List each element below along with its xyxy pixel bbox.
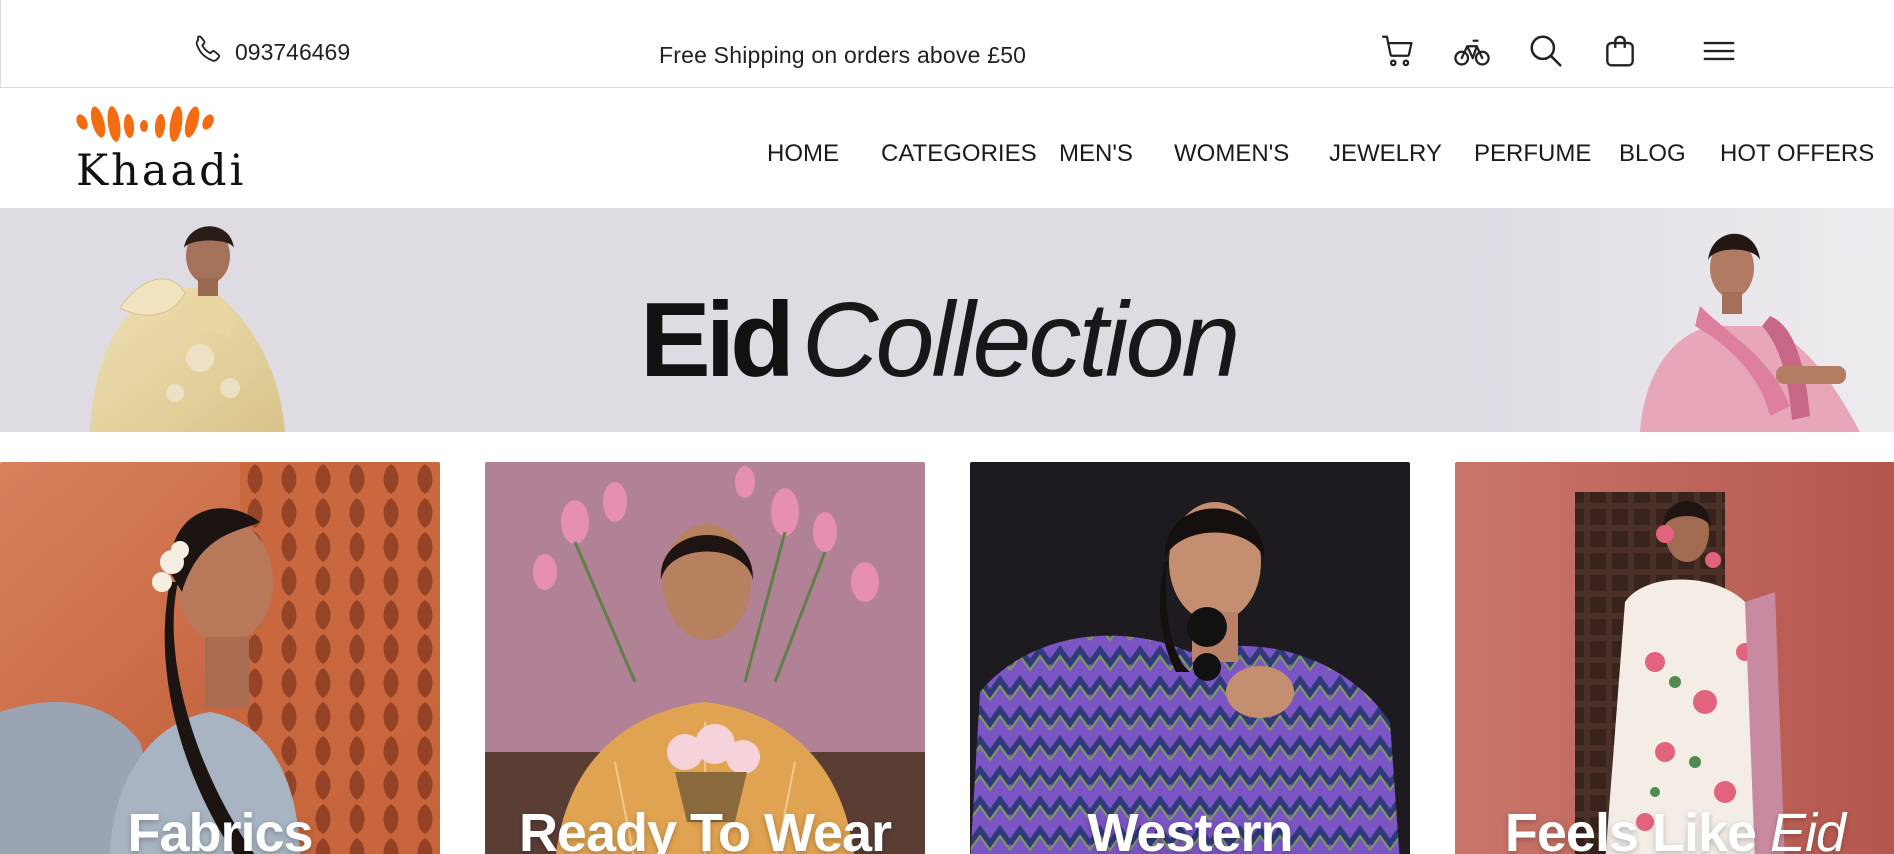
top-bar: 093746469 Free Shipping on orders above …: [0, 0, 1894, 88]
phone-number: 093746469: [235, 38, 351, 65]
hero-model-left-image: [90, 226, 285, 432]
shipping-notice: Free Shipping on orders above £50: [659, 42, 1027, 68]
hero-model-right-image: [1640, 233, 1860, 432]
phone-icon: [195, 35, 221, 62]
category-label-fabrics: Fabrics: [127, 803, 313, 854]
hero-title-bold: Eid: [640, 281, 795, 399]
category-card-ready-to-wear[interactable]: Ready To Wear: [485, 462, 925, 854]
search-icon[interactable]: [1527, 32, 1565, 70]
hero-banner[interactable]: Eid Collection: [0, 208, 1894, 432]
nav-mens[interactable]: MEN'S: [1059, 140, 1133, 168]
nav-home[interactable]: HOME: [767, 140, 839, 168]
nav-jewelry[interactable]: JEWELRY: [1329, 140, 1442, 168]
nav-categories[interactable]: CATEGORIES: [881, 140, 1037, 168]
category-card-western[interactable]: Western: [970, 462, 1410, 854]
cart-icon[interactable]: [1379, 32, 1417, 70]
ready-to-wear-image: [485, 462, 925, 854]
phone-contact[interactable]: 093746469: [191, 35, 351, 66]
main-navigation: Khaadi HOME CATEGORIES MEN'S WOMEN'S JEW…: [0, 88, 1894, 208]
bicycle-icon[interactable]: [1453, 32, 1491, 70]
menu-icon[interactable]: [1699, 32, 1739, 70]
hero-title: Eid Collection: [640, 280, 1240, 401]
nav-womens[interactable]: WOMEN'S: [1174, 140, 1289, 168]
nav-blog[interactable]: BLOG: [1619, 140, 1686, 168]
category-grid: Fabrics Ready To Wear Western Feels Like…: [0, 462, 1894, 854]
category-label-ready-to-wear: Ready To Wear: [518, 803, 892, 854]
western-image: [970, 462, 1410, 854]
category-card-fabrics[interactable]: Fabrics: [0, 462, 440, 854]
nav-hot-offers[interactable]: HOT OFFERS: [1720, 140, 1874, 168]
category-label-feels-like-eid: Feels Like Eid: [1504, 803, 1846, 854]
category-card-feels-like-eid[interactable]: Feels Like Eid: [1455, 462, 1894, 854]
hero-title-italic: Collection: [801, 281, 1240, 399]
nav-perfume[interactable]: PERFUME: [1474, 140, 1591, 168]
nav-menu: HOME CATEGORIES MEN'S WOMEN'S JEWELRY PE…: [0, 140, 1894, 170]
shopping-bag-icon[interactable]: [1601, 32, 1639, 70]
feels-like-eid-image: [1455, 462, 1894, 854]
category-label-western: Western: [1087, 803, 1293, 854]
fabrics-image: [0, 462, 440, 854]
